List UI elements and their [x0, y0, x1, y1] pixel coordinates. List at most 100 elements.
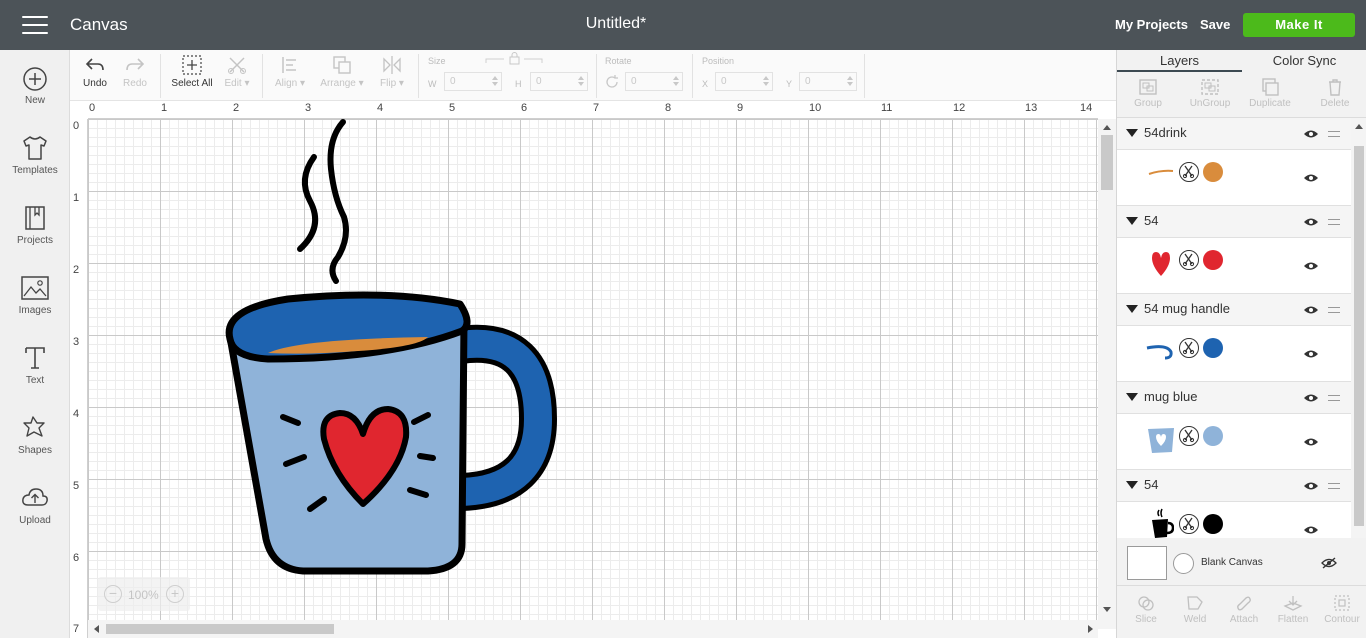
attach-button[interactable]: Attach	[1219, 594, 1269, 625]
cut-scissors-icon[interactable]	[1179, 514, 1199, 534]
duplicate-button[interactable]: Duplicate	[1240, 78, 1300, 109]
y-input[interactable]: 0	[799, 72, 857, 91]
blank-canvas-row[interactable]: Blank Canvas	[1117, 538, 1366, 586]
make-it-button[interactable]: Make It	[1243, 13, 1355, 37]
layer-color-swatch[interactable]	[1203, 162, 1223, 182]
eye-icon[interactable]	[1303, 173, 1319, 183]
scroll-up-arrow-icon[interactable]	[1103, 125, 1111, 130]
cut-scissors-icon[interactable]	[1179, 426, 1199, 446]
tab-color-sync[interactable]: Color Sync	[1242, 50, 1366, 72]
layer-group-54[interactable]: 54	[1117, 206, 1351, 238]
eye-icon[interactable]	[1303, 129, 1319, 139]
layer-color-swatch[interactable]	[1203, 338, 1223, 358]
flatten-button[interactable]: Flatten	[1268, 594, 1318, 625]
width-input[interactable]: 0	[444, 72, 502, 91]
sidebar-item-shapes[interactable]: Shapes	[0, 414, 70, 474]
edit-menu-button[interactable]: Edit ▾	[220, 50, 254, 101]
height-spinner[interactable]	[576, 74, 585, 89]
x-spinner[interactable]	[761, 74, 770, 89]
canvas-grid[interactable]	[88, 119, 1098, 629]
align-menu-button[interactable]: Align ▾	[270, 50, 310, 101]
design-canvas[interactable]: 0 1 2 3 4 5 6 7 8 9 10 11 12 13 14 0 1 2…	[70, 101, 1116, 638]
rotate-spinner[interactable]	[671, 74, 680, 89]
eye-icon[interactable]	[1303, 261, 1319, 271]
layer-group-54-outline[interactable]: 54	[1117, 470, 1351, 502]
layer-item-mug-handle[interactable]	[1117, 326, 1351, 382]
width-spinner[interactable]	[490, 74, 499, 89]
layers-scroll-thumb[interactable]	[1354, 146, 1364, 526]
edit-toolbar: Undo Redo Select All Edit ▾ Align ▾ Arra…	[70, 50, 1116, 101]
eye-icon[interactable]	[1303, 481, 1319, 491]
eye-icon[interactable]	[1303, 437, 1319, 447]
layer-color-swatch[interactable]	[1203, 514, 1223, 534]
eye-hidden-icon[interactable]	[1321, 557, 1337, 569]
y-spinner[interactable]	[845, 74, 854, 89]
collapse-arrow-icon[interactable]	[1126, 393, 1138, 401]
scroll-up-arrow-icon[interactable]	[1355, 124, 1363, 129]
rotate-input[interactable]: 0	[625, 72, 683, 91]
undo-button[interactable]: Undo	[76, 50, 114, 101]
delete-button[interactable]: Delete	[1305, 78, 1365, 109]
redo-button[interactable]: Redo	[116, 50, 154, 101]
flip-menu-button[interactable]: Flip ▾	[372, 50, 412, 101]
ungroup-button[interactable]: UnGroup	[1180, 78, 1240, 109]
coffee-mug-design[interactable]	[88, 119, 1098, 629]
height-input[interactable]: 0	[530, 72, 588, 91]
layer-group-54drink[interactable]: 54drink	[1117, 118, 1351, 150]
cut-scissors-icon[interactable]	[1179, 162, 1199, 182]
group-button[interactable]: Group	[1118, 78, 1178, 109]
lock-icon[interactable]	[484, 51, 546, 67]
cut-scissors-icon[interactable]	[1179, 338, 1199, 358]
panel-tabs: Layers Color Sync	[1117, 50, 1366, 72]
canvas-horizontal-scrollbar[interactable]	[88, 620, 1098, 638]
sidebar-item-projects[interactable]: Projects	[0, 204, 70, 264]
left-sidebar: New Templates Projects Images Text Shape…	[0, 50, 70, 638]
cut-scissors-icon[interactable]	[1179, 250, 1199, 270]
collapse-arrow-icon[interactable]	[1126, 217, 1138, 225]
drag-handle-icon[interactable]	[1328, 131, 1340, 137]
layer-color-swatch[interactable]	[1203, 426, 1223, 446]
eye-icon[interactable]	[1303, 349, 1319, 359]
drag-handle-icon[interactable]	[1328, 307, 1340, 313]
weld-button[interactable]: Weld	[1170, 594, 1220, 625]
collapse-arrow-icon[interactable]	[1126, 305, 1138, 313]
eye-icon[interactable]	[1303, 305, 1319, 315]
scroll-right-arrow-icon[interactable]	[1088, 625, 1093, 633]
arrange-menu-button[interactable]: Arrange ▾	[316, 50, 368, 101]
blank-canvas-color-swatch[interactable]	[1173, 553, 1194, 574]
horizontal-scroll-thumb[interactable]	[106, 624, 334, 634]
eye-icon[interactable]	[1303, 217, 1319, 227]
sidebar-item-new[interactable]: New	[0, 66, 70, 126]
drag-handle-icon[interactable]	[1328, 219, 1340, 225]
scroll-down-arrow-icon[interactable]	[1103, 607, 1111, 612]
layer-item-54drink[interactable]	[1117, 150, 1351, 206]
layer-color-swatch[interactable]	[1203, 250, 1223, 270]
collapse-arrow-icon[interactable]	[1126, 481, 1138, 489]
layer-item-mug-blue[interactable]	[1117, 414, 1351, 470]
zoom-in-button[interactable]: +	[166, 585, 184, 603]
layer-item-54-heart[interactable]	[1117, 238, 1351, 294]
sidebar-item-templates[interactable]: Templates	[0, 134, 70, 194]
eye-icon[interactable]	[1303, 525, 1319, 535]
my-projects-link[interactable]: My Projects	[1115, 17, 1188, 32]
layer-group-54-mug-handle[interactable]: 54 mug handle	[1117, 294, 1351, 326]
x-input[interactable]: 0	[715, 72, 773, 91]
scroll-left-arrow-icon[interactable]	[94, 625, 99, 633]
canvas-vertical-scrollbar[interactable]	[1098, 119, 1116, 629]
contour-button[interactable]: Contour	[1317, 594, 1366, 625]
select-all-button[interactable]: Select All	[168, 50, 216, 101]
sidebar-item-text[interactable]: Text	[0, 344, 70, 404]
tab-layers[interactable]: Layers	[1117, 50, 1242, 72]
save-link[interactable]: Save	[1200, 17, 1230, 32]
slice-button[interactable]: Slice	[1121, 594, 1171, 625]
collapse-arrow-icon[interactable]	[1126, 129, 1138, 137]
eye-icon[interactable]	[1303, 393, 1319, 403]
zoom-out-button[interactable]: −	[104, 585, 122, 603]
sidebar-item-images[interactable]: Images	[0, 274, 70, 334]
layers-scrollbar[interactable]	[1351, 118, 1366, 544]
sidebar-item-upload[interactable]: Upload	[0, 484, 70, 544]
drag-handle-icon[interactable]	[1328, 395, 1340, 401]
layer-group-mug-blue[interactable]: mug blue	[1117, 382, 1351, 414]
drag-handle-icon[interactable]	[1328, 483, 1340, 489]
vertical-scroll-thumb[interactable]	[1101, 135, 1113, 190]
